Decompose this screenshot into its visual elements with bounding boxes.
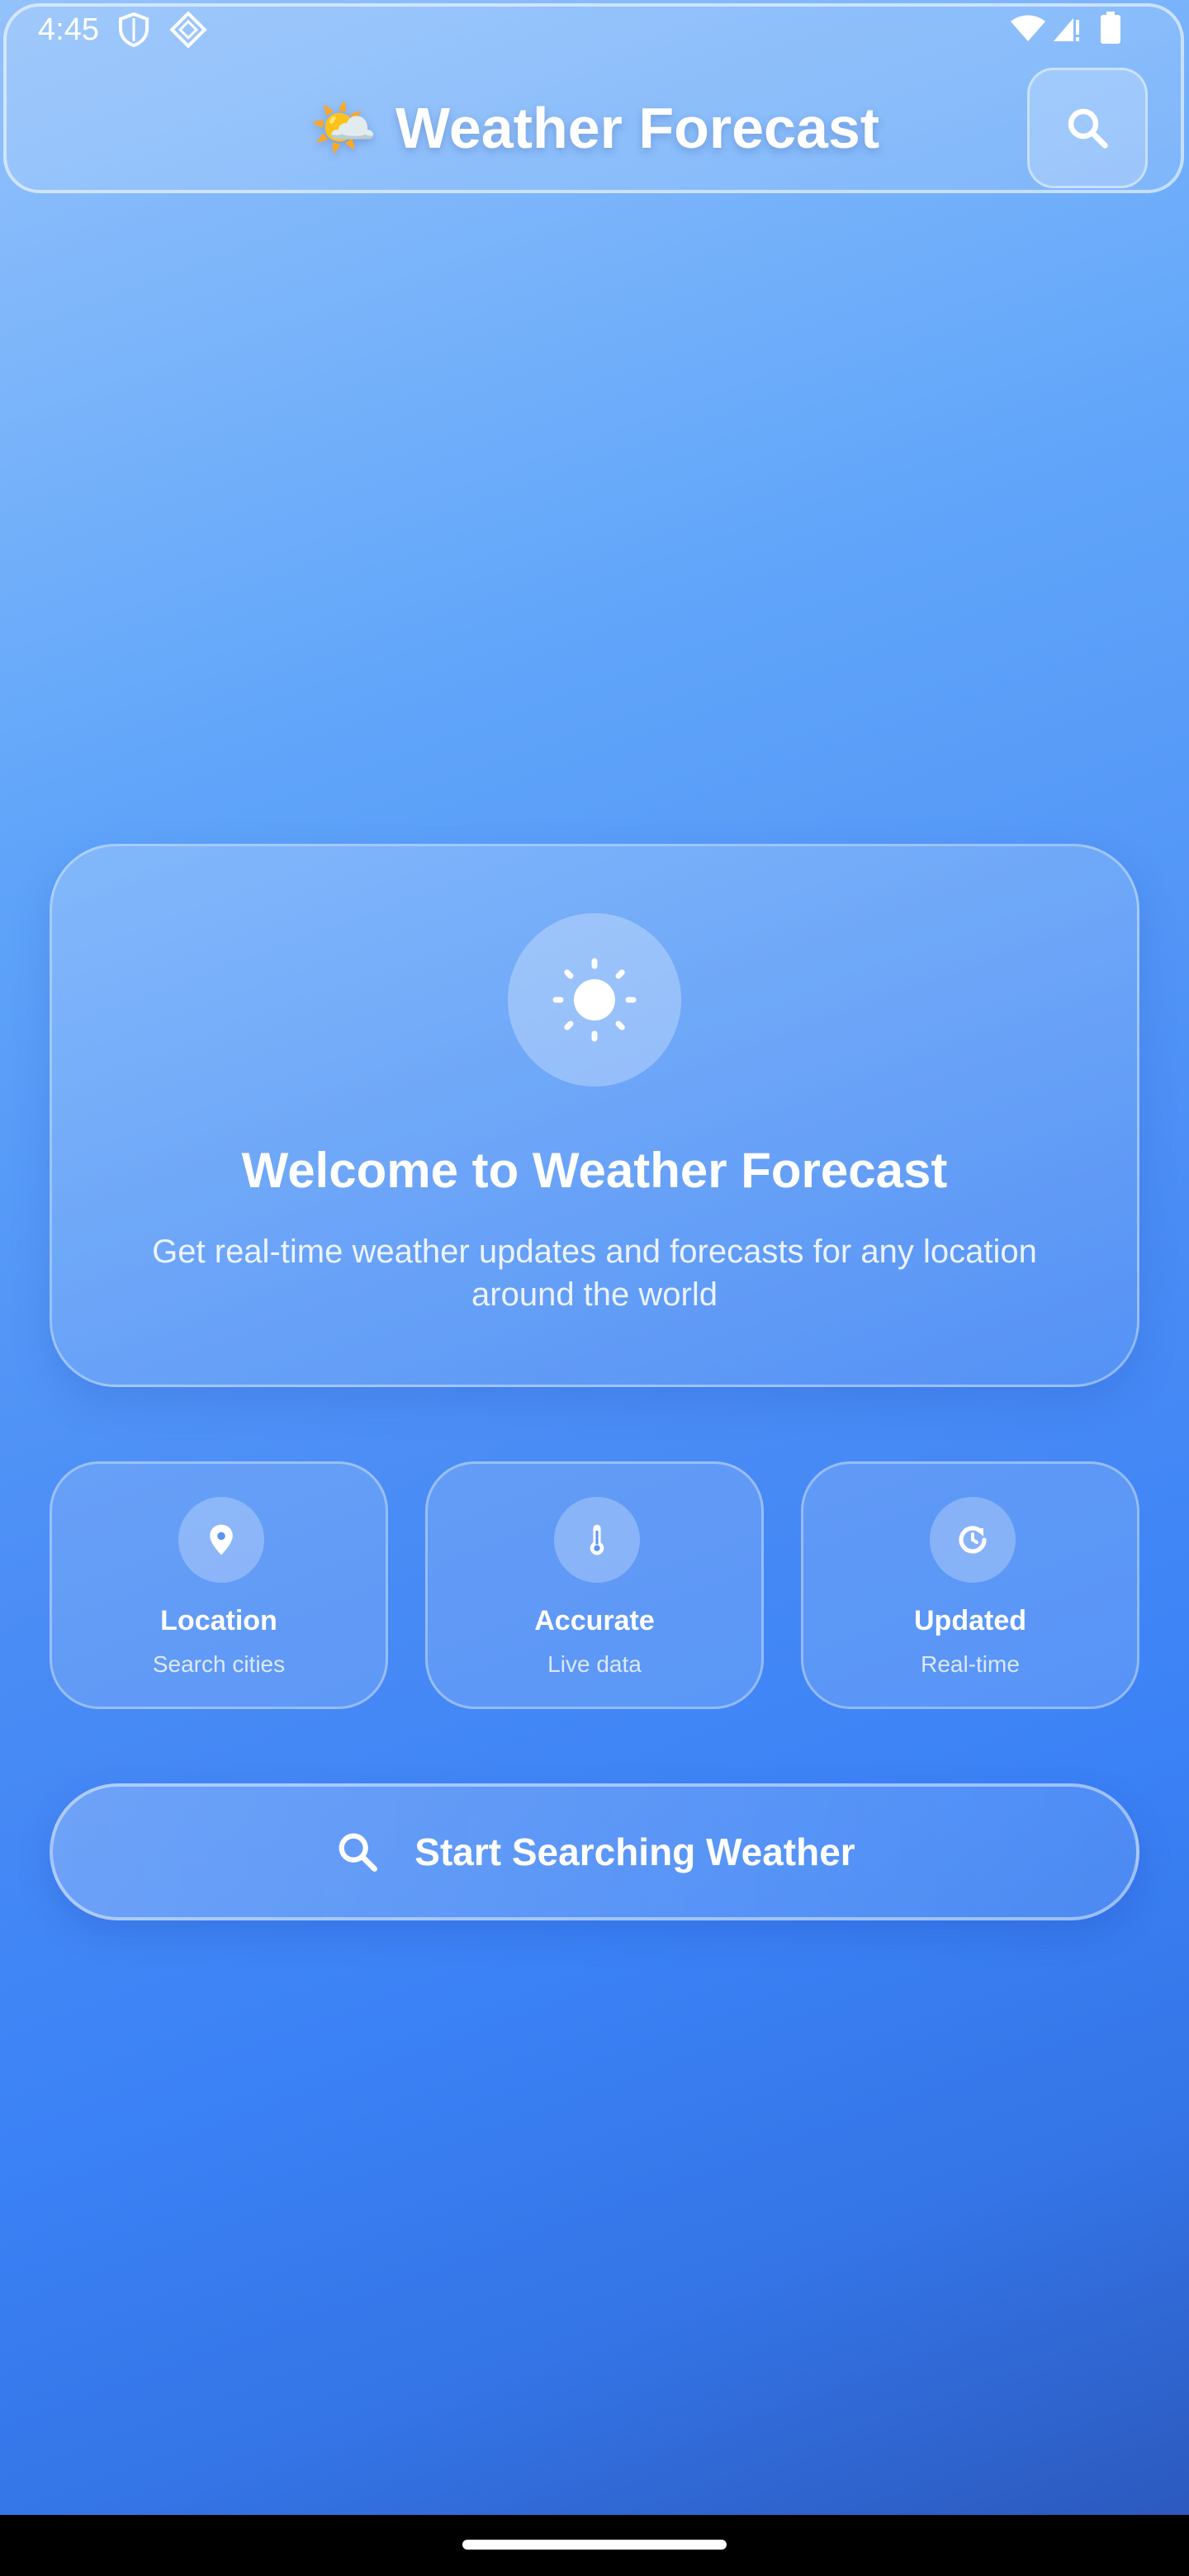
feature-subtitle: Live data	[547, 1651, 642, 1677]
header-search-button[interactable]	[1027, 68, 1148, 188]
feature-subtitle: Real-time	[921, 1651, 1020, 1677]
search-icon	[1068, 108, 1108, 149]
feature-title: Accurate	[534, 1605, 655, 1636]
sun-icon	[552, 958, 637, 1042]
feature-icon-badge	[554, 1497, 640, 1583]
feature-card-accurate: Accurate Live data	[425, 1461, 764, 1709]
feature-icon-badge	[930, 1497, 1016, 1583]
sun-behind-cloud-icon: 🌤️	[309, 97, 378, 158]
welcome-title: Welcome to Weather Forecast	[241, 1143, 948, 1198]
feature-icon-badge	[178, 1497, 264, 1583]
feature-card-updated: Updated Real-time	[801, 1461, 1139, 1709]
feature-subtitle: Search cities	[152, 1651, 286, 1677]
sun-badge	[508, 913, 681, 1087]
welcome-subtitle: Get real-time weather updates and foreca…	[152, 1234, 1037, 1313]
search-icon	[339, 1833, 378, 1872]
refresh-icon	[959, 1526, 987, 1554]
feature-title: Location	[160, 1605, 277, 1636]
start-searching-button[interactable]: Start Searching Weather	[50, 1783, 1139, 1920]
feature-card-location: Location Search cities	[50, 1461, 388, 1709]
thermometer-icon	[590, 1524, 604, 1556]
page-title: 🌤️ Weather Forecast	[0, 91, 1189, 165]
feature-title: Updated	[914, 1605, 1026, 1636]
home-indicator[interactable]	[462, 2540, 727, 2550]
page-title-text: Weather Forecast	[396, 96, 880, 160]
start-searching-label: Start Searching Weather	[414, 1830, 855, 1873]
location-pin-icon	[210, 1524, 233, 1556]
